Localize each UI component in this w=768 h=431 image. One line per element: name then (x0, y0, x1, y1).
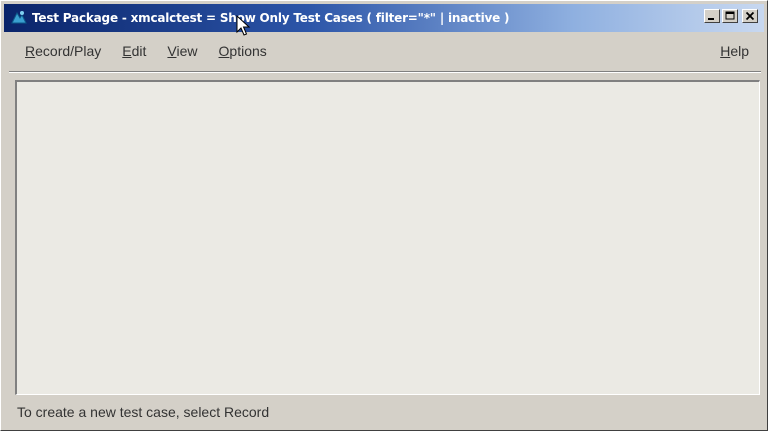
menu-record-play[interactable]: Record/Play (25, 43, 101, 59)
status-message: To create a new test case, select Record (17, 404, 270, 420)
close-icon (745, 11, 755, 21)
window-controls (704, 9, 758, 23)
menu-view[interactable]: View (167, 43, 197, 59)
menu-options-mnemonic: O (218, 43, 230, 59)
minimize-button[interactable] (704, 9, 720, 23)
maximize-button[interactable] (722, 9, 738, 23)
menu-bar: Record/Play Edit View Options Help (4, 33, 764, 69)
close-button[interactable] (742, 9, 758, 23)
menu-help-mnemonic: H (720, 43, 731, 59)
menu-edit[interactable]: Edit (122, 43, 146, 59)
menu-edit-mnemonic: E (122, 43, 132, 59)
menu-help-label: elp (730, 43, 749, 59)
title-bar[interactable]: Test Package - xmcalctest = Show Only Te… (4, 4, 764, 32)
menu-help[interactable]: Help (720, 43, 749, 59)
minimize-icon (708, 18, 714, 20)
test-case-panel[interactable] (15, 80, 760, 395)
menu-view-mnemonic: V (167, 43, 177, 59)
menu-view-label: iew (176, 43, 198, 59)
menu-record-play-mnemonic: R (25, 43, 36, 59)
menu-edit-label: dit (131, 43, 147, 59)
app-icon[interactable] (10, 9, 28, 27)
test-package-window: Test Package - xmcalctest = Show Only Te… (0, 0, 768, 431)
maximize-icon (725, 11, 735, 20)
menu-options[interactable]: Options (219, 43, 267, 59)
menu-options-label: ptions (229, 43, 267, 59)
window-title: Test Package - xmcalctest = Show Only Te… (32, 11, 510, 25)
menu-record-play-label: ecord/Play (35, 43, 102, 59)
status-bar: To create a new test case, select Record (4, 397, 764, 427)
menu-separator (9, 71, 761, 73)
